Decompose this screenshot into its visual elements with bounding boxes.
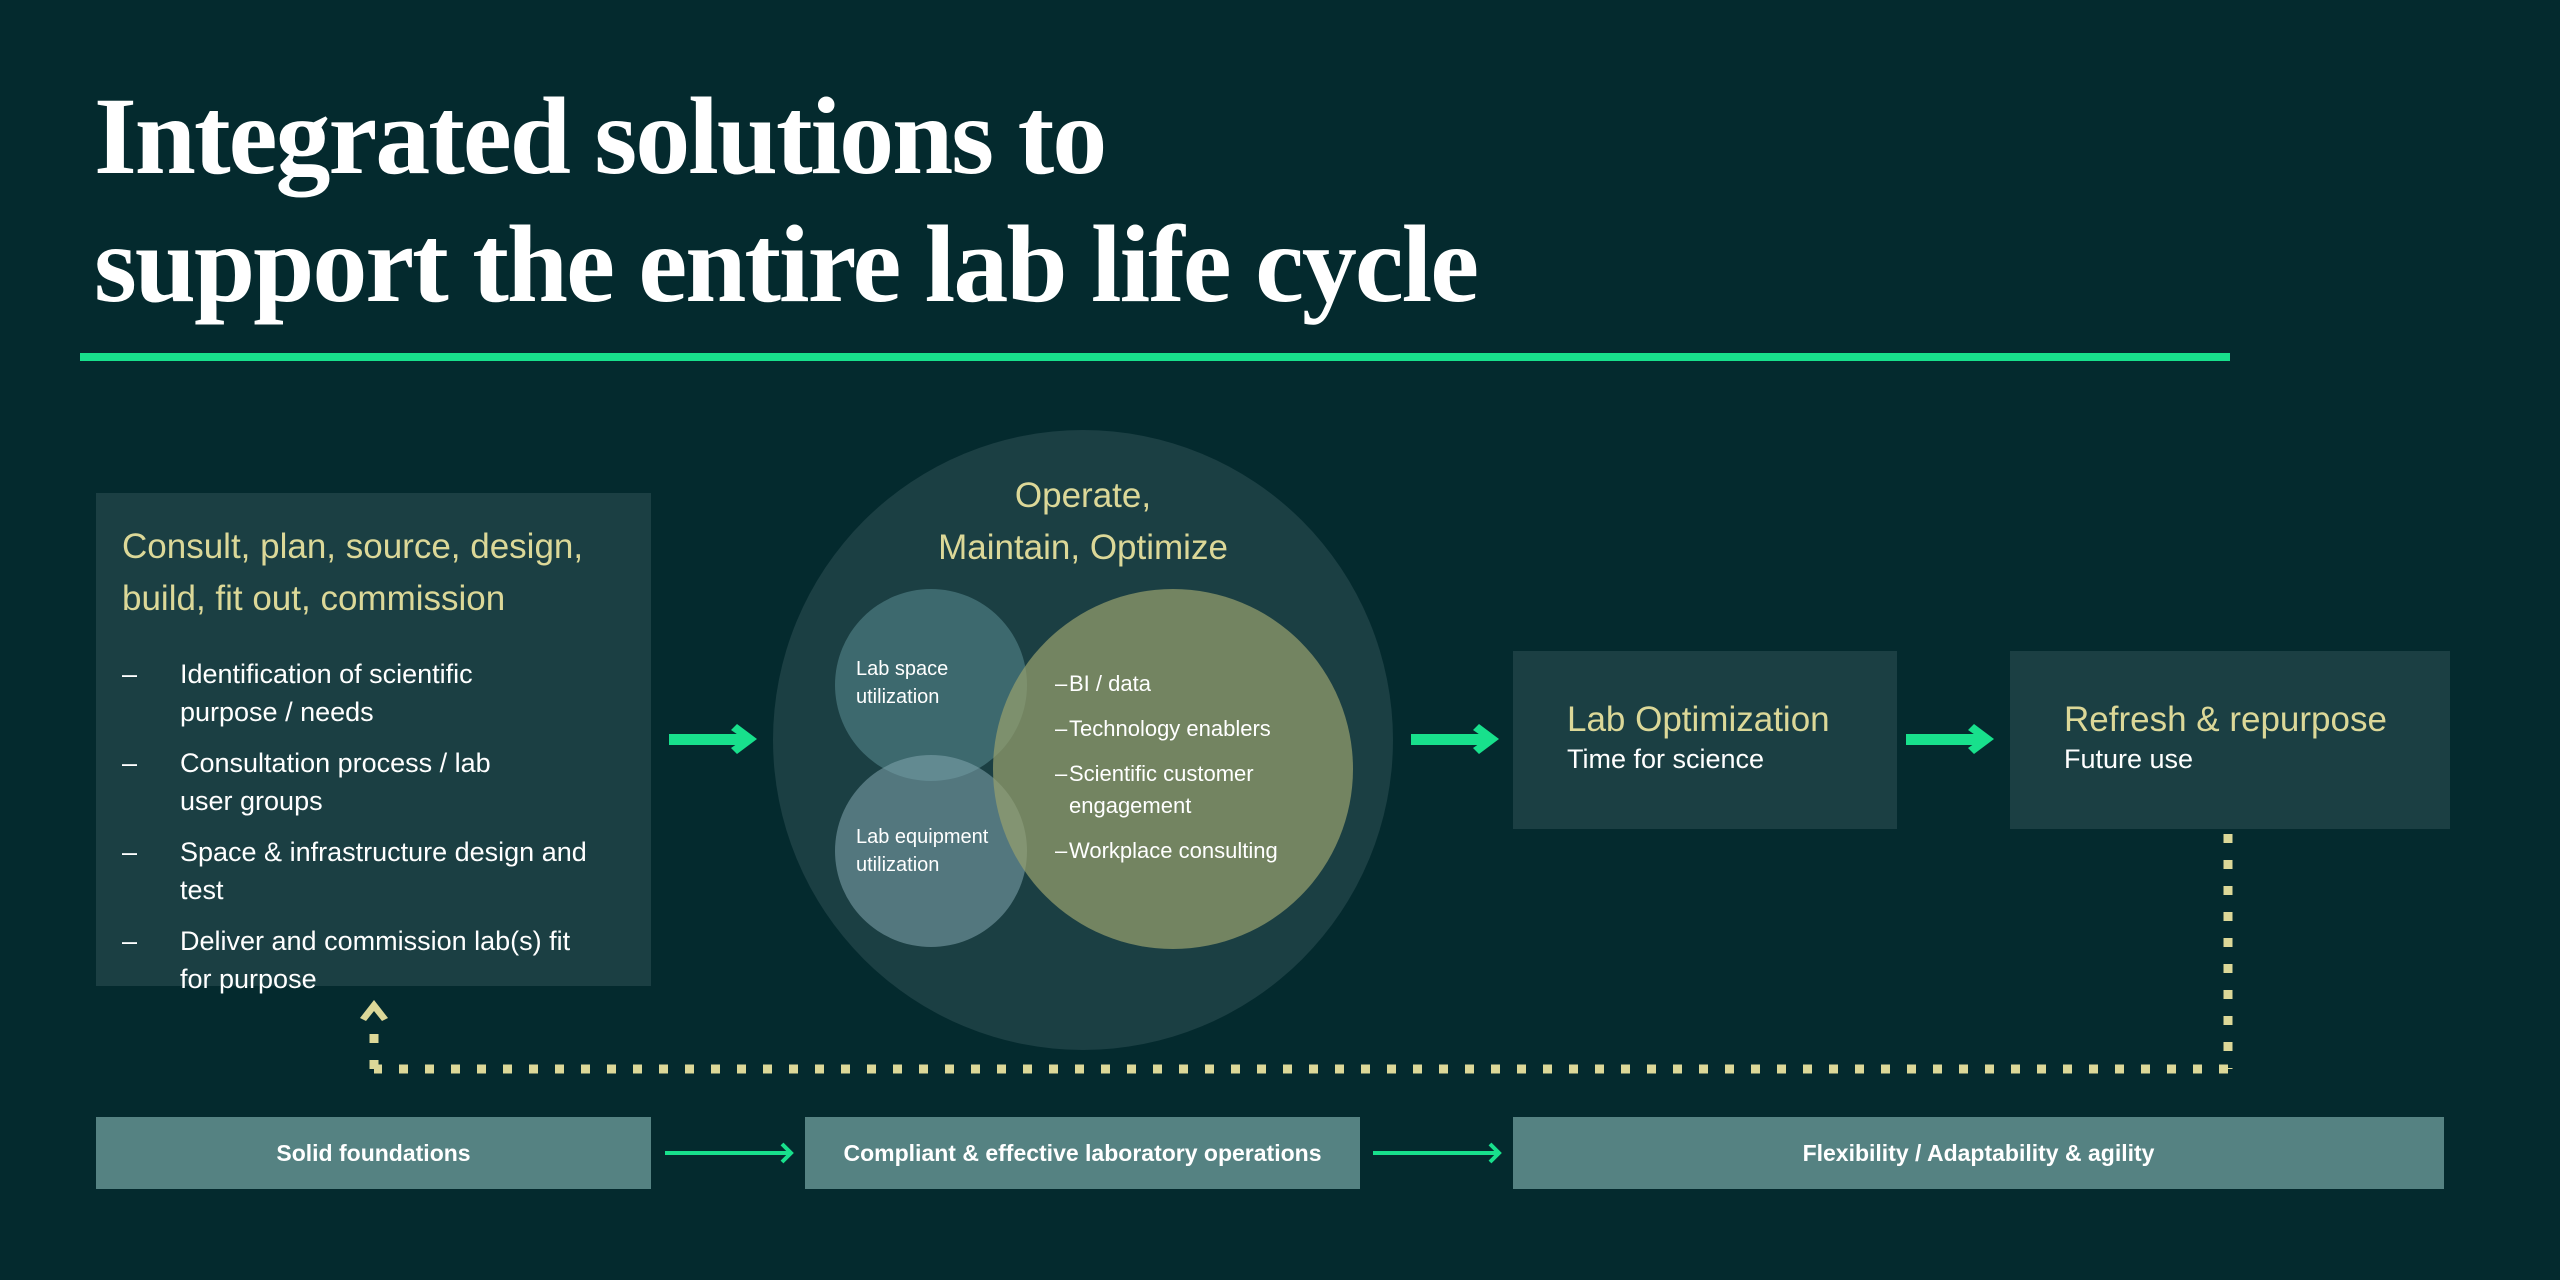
services-list: – BI / data – Technology enablers – Scie…	[1055, 668, 1278, 880]
consult-heading-line-1: Consult, plan, source, design,	[122, 527, 584, 566]
dash-icon: –	[1055, 761, 1068, 786]
title-line-1: Integrated solutions to	[94, 75, 1107, 197]
dash-icon: –	[1055, 716, 1068, 741]
refresh-subtitle: Future use	[2064, 744, 2194, 774]
consult-panel: Consult, plan, source, design, build, fi…	[96, 493, 651, 994]
bullet-text: Space & infrastructure design and test	[180, 837, 587, 905]
lab-optimization-card: Lab Optimization Time for science	[1513, 651, 1897, 829]
arrow-right-icon	[1373, 1142, 1502, 1164]
arrow-right-icon	[1906, 724, 1994, 754]
services-item: – Workplace consulting	[1055, 835, 1278, 867]
bottom-bar-solid-foundations: Solid foundations	[96, 1117, 651, 1189]
operate-heading-line-1: Operate,	[1014, 476, 1152, 515]
consult-heading: Consult, plan, source, design, build, fi…	[122, 521, 625, 625]
chevron-up-icon	[360, 1000, 388, 1021]
services-item-text: Scientific customer	[1069, 761, 1254, 786]
lab-space-label-line-1: Lab space	[856, 658, 949, 680]
bullet-text: Consultation process / lab	[180, 748, 491, 778]
bottom-bar-compliant-operations: Compliant & effective laboratory operati…	[805, 1117, 1360, 1189]
bottom-bar-label: Compliant & effective laboratory operati…	[843, 1139, 1322, 1166]
services-item: – BI / data	[1055, 668, 1278, 700]
lab-space-label: Lab space utilization	[856, 655, 948, 711]
operate-heading-line-2: Maintain, Optimize	[938, 528, 1228, 567]
consult-bullet: – Identification of scientific purpose /…	[122, 655, 625, 731]
services-item: – Technology enablers	[1055, 713, 1278, 745]
bullet-text: Deliver and commission lab(s) fit	[180, 926, 571, 956]
lab-equipment-label: Lab equipment utilization	[856, 823, 988, 879]
bottom-bar-label: Flexibility / Adaptability & agility	[1802, 1139, 2155, 1166]
services-item-text: Technology enablers	[1069, 716, 1271, 741]
dash-icon: –	[122, 748, 138, 778]
services-item-text: BI / data	[1069, 671, 1151, 696]
dash-icon: –	[122, 659, 138, 689]
bullet-text: Identification of scientific	[180, 659, 473, 689]
operate-heading: Operate, Maintain, Optimize	[773, 470, 1393, 574]
lab-equipment-label-line-2: utilization	[856, 854, 940, 876]
page-title: Integrated solutions to support the enti…	[94, 72, 1479, 328]
consult-bullet: – Space & infrastructure design and test	[122, 833, 625, 909]
arrow-right-icon	[665, 1142, 794, 1164]
bullet-text: for purpose	[180, 964, 317, 994]
consult-bullet-list: – Identification of scientific purpose /…	[122, 655, 625, 998]
bottom-bar-label: Solid foundations	[276, 1139, 471, 1166]
bullet-text: user groups	[180, 786, 323, 816]
consult-heading-line-2: build, fit out, commission	[122, 579, 506, 618]
dash-icon: –	[122, 926, 138, 956]
refresh-repurpose-card: Refresh & repurpose Future use	[2010, 651, 2450, 829]
dash-icon: –	[1055, 838, 1068, 863]
consult-bullet: – Deliver and commission lab(s) fit for …	[122, 922, 625, 998]
refresh-title: Refresh & repurpose	[2064, 700, 2387, 739]
dash-icon: –	[1055, 671, 1068, 696]
title-underline	[80, 353, 2230, 361]
arrow-right-icon	[669, 724, 757, 754]
dash-icon: –	[122, 837, 138, 867]
consult-bullet: – Consultation process / lab user groups	[122, 744, 625, 820]
services-item: – Scientific customer engagement	[1055, 758, 1278, 822]
services-item-text: engagement	[1069, 793, 1192, 818]
lab-space-label-line-2: utilization	[856, 686, 940, 708]
services-item-text: Workplace consulting	[1069, 838, 1278, 863]
lab-optimization-title: Lab Optimization	[1567, 700, 1830, 739]
arrow-right-icon	[1411, 724, 1499, 754]
lab-optimization-subtitle: Time for science	[1567, 744, 1765, 774]
bottom-bar-flexibility: Flexibility / Adaptability & agility	[1513, 1117, 2444, 1189]
title-line-2: support the entire lab life cycle	[94, 203, 1479, 325]
lab-equipment-label-line-1: Lab equipment	[856, 826, 989, 848]
bullet-text: purpose / needs	[180, 697, 374, 727]
